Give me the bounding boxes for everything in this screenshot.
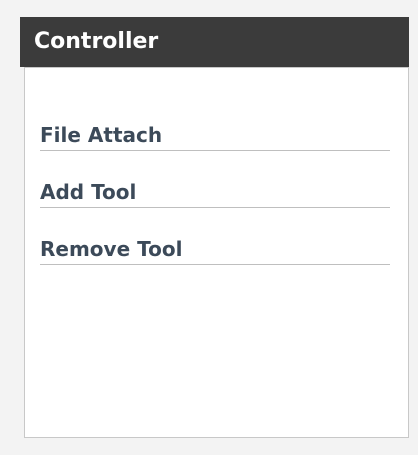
panel-body: File Attach Add Tool Remove Tool	[24, 67, 409, 438]
remove-tool-link[interactable]: Remove Tool	[40, 236, 390, 265]
controller-menu: File Attach Add Tool Remove Tool	[40, 122, 390, 293]
file-attach-link[interactable]: File Attach	[40, 122, 390, 151]
panel-title: Controller	[20, 17, 409, 67]
add-tool-link[interactable]: Add Tool	[40, 179, 390, 208]
controller-panel: Controller File Attach Add Tool Remove T…	[20, 17, 409, 438]
